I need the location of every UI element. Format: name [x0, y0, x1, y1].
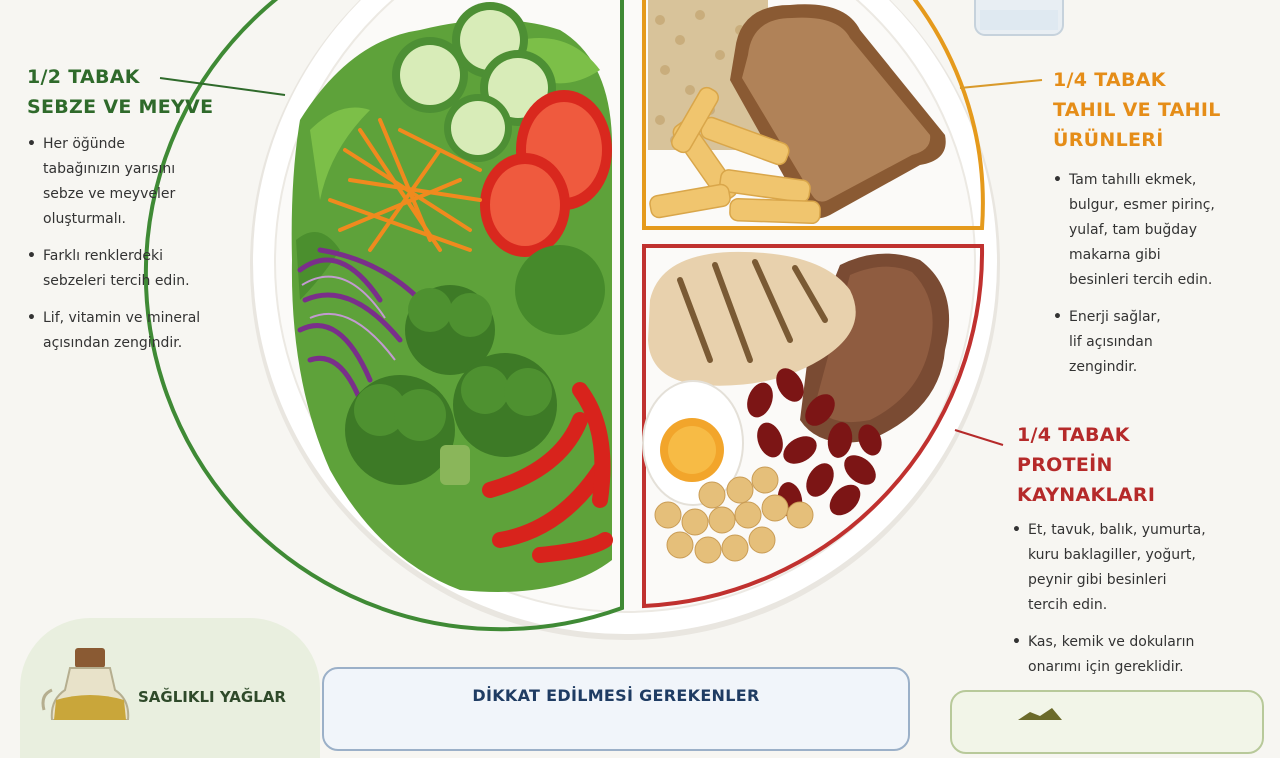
list-item: Tam tahıllı ekmek, bulgur, esmer pirinç,… [1053, 168, 1268, 293]
water-glass-icon [974, 0, 1064, 36]
grains-leader-line [959, 79, 1043, 89]
vegetables-heading: 1/2 TABAK SEBZE VE MEYVE [27, 62, 213, 122]
list-item: Enerji sağlar, lif açısından zengindir. [1053, 305, 1268, 380]
attention-title: DİKKAT EDİLMESİ GEREKENLER [472, 686, 760, 705]
protein-bullets: Et, tavuk, balık, yumurta, kuru baklagil… [1012, 518, 1262, 692]
vegetables-heading-line: SEBZE VE MEYVE [27, 96, 214, 118]
grains-heading-line: 1/4 TABAK [1053, 69, 1166, 91]
grains-bullets: Tam tahıllı ekmek, bulgur, esmer pirinç,… [1053, 168, 1268, 392]
vegetables-heading-line: 1/2 TABAK [27, 66, 140, 88]
tip-decoration-icon [1018, 708, 1062, 720]
protein-heading-line: KAYNAKLARI [1017, 484, 1156, 506]
attention-box [322, 667, 910, 751]
protein-heading: 1/4 TABAK PROTEİN KAYNAKLARI [1017, 420, 1155, 510]
vegetables-bullets: Her öğünde tabağınızın yarısını sebze ve… [27, 132, 257, 368]
list-item: Farklı renklerdeki sebzeleri tercih edin… [27, 244, 257, 294]
list-item: Her öğünde tabağınızın yarısını sebze ve… [27, 132, 257, 232]
grains-heading: 1/4 TABAK TAHIL VE TAHIL ÜRÜNLERİ [1053, 65, 1221, 155]
protein-heading-line: PROTEİN [1017, 454, 1113, 476]
protein-heading-line: 1/4 TABAK [1017, 424, 1130, 446]
grains-heading-line: ÜRÜNLERİ [1053, 129, 1164, 151]
oil-bottle-icon [41, 648, 130, 720]
list-item: Lif, vitamin ve mineral açısından zengin… [27, 306, 257, 356]
healthy-fats-label: SAĞLIKLI YAĞLAR [138, 688, 286, 706]
list-item: Et, tavuk, balık, yumurta, kuru baklagil… [1012, 518, 1262, 618]
protein-leader-line [954, 429, 1004, 446]
list-item: Kas, kemik ve dokuların onarımı için ger… [1012, 630, 1262, 680]
grains-heading-line: TAHIL VE TAHIL [1053, 99, 1221, 121]
